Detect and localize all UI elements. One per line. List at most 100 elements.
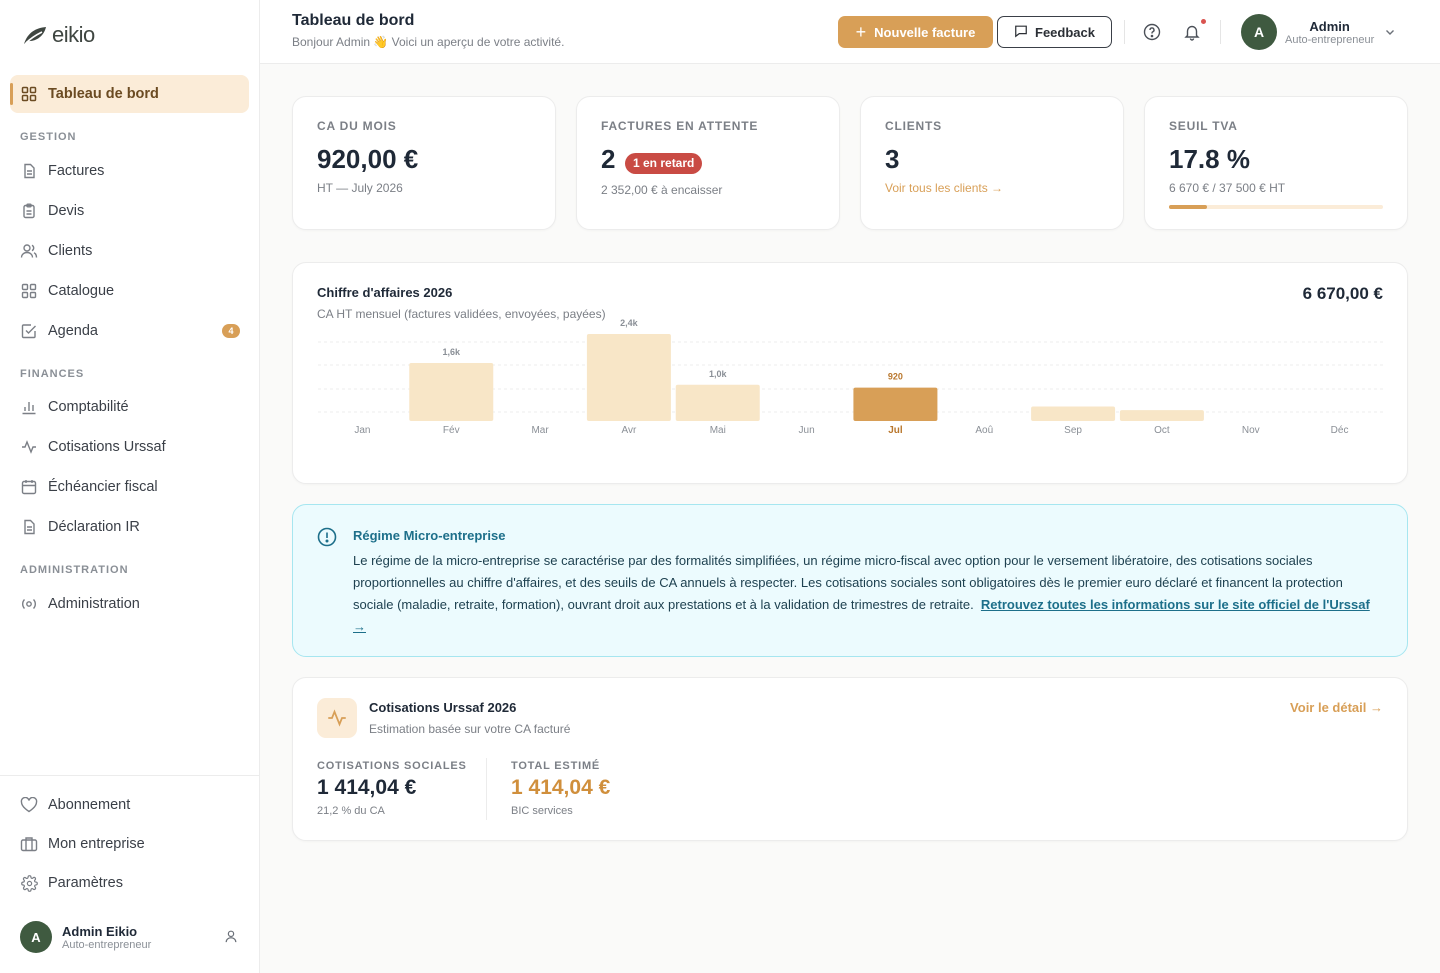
sidebar-item-agenda[interactable]: Agenda 4 xyxy=(20,319,240,343)
x-tick-label: Mar xyxy=(531,425,549,436)
sidebar-item-parametres[interactable]: Paramètres xyxy=(20,871,240,895)
kpi-label: CA DU MOIS xyxy=(317,119,397,133)
view-detail-link[interactable]: Voir le détail → xyxy=(1290,700,1383,715)
bar-mai[interactable] xyxy=(675,384,760,421)
header-divider xyxy=(1220,20,1221,44)
cotisations-sub: 21,2 % du CA xyxy=(317,805,385,817)
feedback-label: Feedback xyxy=(1035,24,1095,40)
calendar-icon xyxy=(20,478,38,496)
page-subtitle: Bonjour Admin 👋 Voici un aperçu de votre… xyxy=(292,35,565,49)
file-icon xyxy=(20,518,38,536)
users-icon xyxy=(20,242,38,260)
bar-fév[interactable] xyxy=(409,363,494,421)
plus-icon: + xyxy=(855,22,867,42)
info-title: Régime Micro-entreprise xyxy=(353,528,506,543)
total-sub: BIC services xyxy=(511,805,573,817)
x-tick-label: Jan xyxy=(354,425,370,436)
x-tick-label: Jul xyxy=(888,425,903,436)
feedback-button[interactable]: Feedback xyxy=(997,16,1112,48)
user-name: Admin Eikio xyxy=(62,923,138,939)
header-user-menu[interactable]: A Admin Auto-entrepreneur xyxy=(1241,14,1374,50)
activity-icon xyxy=(20,438,38,456)
sidebar-item-label: Factures xyxy=(48,163,105,179)
help-icon[interactable] xyxy=(1141,21,1163,43)
new-invoice-button[interactable]: + Nouvelle facture xyxy=(838,16,993,48)
column-divider xyxy=(486,758,487,820)
brand-name: eikio xyxy=(52,22,95,47)
sidebar-item-label: Paramètres xyxy=(48,875,123,891)
x-tick-label: Sep xyxy=(1064,425,1082,436)
cotisations-label: COTISATIONS SOCIALES xyxy=(317,760,467,772)
view-clients-link[interactable]: Voir tous les clients → xyxy=(885,181,1003,195)
kpi-label: FACTURES EN ATTENTE xyxy=(601,119,759,133)
x-tick-label: Nov xyxy=(1242,425,1260,436)
sidebar-item-declaration-ir[interactable]: Déclaration IR xyxy=(20,515,240,539)
sidebar-item-label: Cotisations Urssaf xyxy=(48,439,166,455)
logo[interactable]: eikio xyxy=(22,22,95,48)
user-profile-icon[interactable] xyxy=(224,929,238,948)
sidebar-item-abonnement[interactable]: Abonnement xyxy=(20,793,240,817)
sidebar-item-devis[interactable]: Devis xyxy=(20,199,240,223)
bell-icon[interactable] xyxy=(1181,21,1203,43)
kpi-card-pending: FACTURES EN ATTENTE 2 1 en retard 2 352,… xyxy=(576,96,840,230)
sidebar-item-comptabilite[interactable]: Comptabilité xyxy=(20,395,240,419)
bar-oct[interactable] xyxy=(1119,410,1204,421)
header-divider xyxy=(1124,20,1125,44)
section-label-gestion: GESTION xyxy=(20,131,77,143)
urssaf-subtitle: Estimation basée sur votre CA facturé xyxy=(369,722,571,736)
sidebar-item-label: Comptabilité xyxy=(48,399,129,415)
top-header: Tableau de bord Bonjour Admin 👋 Voici un… xyxy=(260,0,1440,64)
kpi-label: CLIENTS xyxy=(885,119,942,133)
section-label-administration: ADMINISTRATION xyxy=(20,564,129,576)
sidebar-user[interactable]: A Admin Eikio Auto-entrepreneur xyxy=(20,921,151,953)
urssaf-title: Cotisations Urssaf 2026 xyxy=(369,700,517,715)
x-tick-label: Déc xyxy=(1331,425,1349,436)
grid-icon xyxy=(20,282,38,300)
kpi-label: SEUIL TVA xyxy=(1169,119,1238,133)
bar-avr[interactable] xyxy=(586,334,671,421)
page-title: Tableau de bord xyxy=(292,12,415,29)
data-label: 2,4k xyxy=(620,318,639,328)
sidebar-item-label: Déclaration IR xyxy=(48,519,140,535)
kpi-value: 3 xyxy=(885,144,900,174)
sidebar-item-administration[interactable]: Administration xyxy=(20,592,240,616)
info-icon xyxy=(317,527,337,552)
x-tick-label: Mai xyxy=(710,425,726,436)
new-invoice-label: Nouvelle facture xyxy=(874,24,976,40)
sidebar-item-dashboard[interactable]: Tableau de bord xyxy=(20,82,240,106)
checkbox-icon xyxy=(20,322,38,340)
kpi-sub: 2 352,00 € à encaisser xyxy=(601,183,723,197)
revenue-chart-card: Chiffre d'affaires 2026 CA HT mensuel (f… xyxy=(292,262,1408,484)
tva-progress-bar xyxy=(1169,205,1383,209)
notification-dot xyxy=(1201,19,1206,24)
sidebar-item-label: Mon entreprise xyxy=(48,836,145,852)
data-label: 1,6k xyxy=(442,347,461,357)
chevron-down-icon[interactable] xyxy=(1384,25,1396,43)
gear-icon xyxy=(20,874,38,892)
sidebar-item-echeancier-fiscal[interactable]: Échéancier fiscal xyxy=(20,475,240,499)
late-badge: 1 en retard xyxy=(625,153,703,174)
sidebar-item-cotisations-urssaf[interactable]: Cotisations Urssaf xyxy=(20,435,240,459)
clipboard-icon xyxy=(20,202,38,220)
bar-sep[interactable] xyxy=(1031,406,1116,422)
bar-jul[interactable] xyxy=(853,387,938,421)
sidebar-item-label: Devis xyxy=(48,203,85,219)
sidebar-item-mon-entreprise[interactable]: Mon entreprise xyxy=(20,832,240,856)
kpi-value: 920,00 € xyxy=(317,144,419,174)
heart-icon xyxy=(20,796,38,814)
section-label-finances: FINANCES xyxy=(20,368,85,380)
kpi-card-tva: SEUIL TVA 17.8 % 6 670 € / 37 500 € HT xyxy=(1144,96,1408,230)
kpi-card-ca: CA DU MOIS 920,00 € HT — July 2026 xyxy=(292,96,556,230)
briefcase-icon xyxy=(20,835,38,853)
activity-icon xyxy=(317,698,357,738)
sidebar-item-factures[interactable]: Factures xyxy=(20,159,240,183)
kpi-value: 2 xyxy=(601,144,616,174)
sidebar-item-label: Catalogue xyxy=(48,283,115,299)
x-tick-label: Jun xyxy=(799,425,815,436)
urssaf-card: Cotisations Urssaf 2026 Estimation basée… xyxy=(292,677,1408,841)
kpi-value: 17.8 % xyxy=(1169,144,1250,174)
sidebar-item-clients[interactable]: Clients xyxy=(20,239,240,263)
sidebar-item-catalogue[interactable]: Catalogue xyxy=(20,279,240,303)
kpi-sub: 6 670 € / 37 500 € HT xyxy=(1169,181,1286,195)
x-tick-label: Fév xyxy=(443,425,460,436)
